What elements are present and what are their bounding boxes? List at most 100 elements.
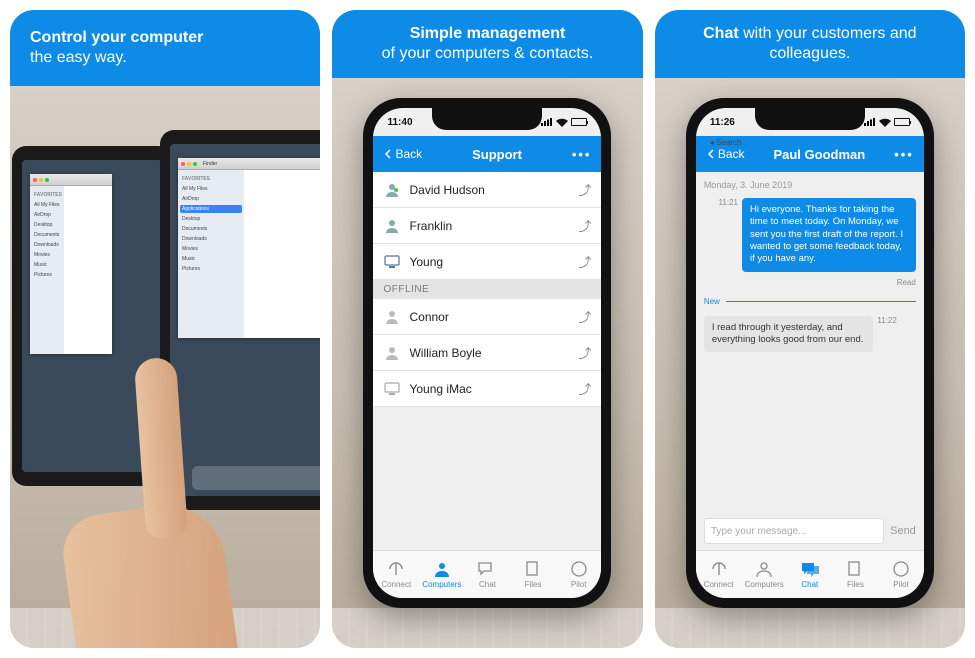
phone-notch [432, 108, 542, 130]
chat-content[interactable]: Monday, 3. June 2019 11:21 Hi everyone. … [696, 172, 924, 512]
list-item[interactable]: William Boyle ⤴ [373, 335, 601, 371]
list-item[interactable]: Young iMac ⤴ [373, 371, 601, 407]
back-button[interactable]: Back [706, 147, 745, 161]
keyboard-background [332, 608, 642, 648]
tab-computers[interactable]: Computers [741, 551, 787, 598]
search-breadcrumb[interactable]: ◂ Search [710, 138, 742, 147]
tab-files[interactable]: Files [510, 551, 556, 598]
chevron-left-icon [706, 149, 716, 159]
sidebar-item[interactable]: Pictures [180, 265, 242, 273]
minimize-icon[interactable] [187, 162, 191, 166]
share-icon[interactable]: ⤴ [578, 307, 591, 326]
person-icon [383, 218, 401, 234]
list-item[interactable]: Franklin ⤴ [373, 208, 601, 244]
share-icon[interactable]: ⤴ [578, 180, 591, 199]
contact-name: Franklin [409, 219, 570, 233]
banner-3-rest: with your customers and colleagues. [739, 25, 917, 62]
share-icon[interactable]: ⤴ [578, 379, 591, 398]
section-header-offline: OFFLINE [373, 280, 601, 299]
date-separator: Monday, 3. June 2019 [704, 178, 916, 192]
banner-1-bold: Control your computer [30, 29, 203, 46]
sidebar-item[interactable]: All My Files [180, 185, 242, 193]
nav-title: Paul Goodman [773, 147, 865, 162]
tablet-foreground[interactable]: Finder FAVORITES All My Files AirDrop Ap… [160, 130, 320, 510]
tab-connect[interactable]: Connect [696, 551, 742, 598]
finder-toolbar: Finder [178, 158, 320, 170]
phone-device-2: 11:40 Back Support ••• [363, 98, 611, 608]
nav-title: Support [472, 147, 522, 162]
message-composer: Type your message... Send [696, 512, 924, 550]
monitor-icon [383, 382, 401, 396]
back-button[interactable]: Back [383, 147, 422, 161]
dock[interactable] [192, 466, 320, 490]
sidebar-item-selected[interactable]: Applications [180, 205, 242, 213]
zoom-icon[interactable] [193, 162, 197, 166]
finder-sidebar[interactable]: FAVORITES All My Files AirDrop Applicati… [178, 170, 244, 338]
banner-3: Chat with your customers and colleagues. [655, 10, 965, 78]
banner-2: Simple management of your computers & co… [332, 10, 642, 78]
new-messages-divider: New [704, 297, 916, 306]
status-time: 11:26 [710, 117, 735, 128]
window-title: Finder [203, 161, 217, 167]
message-timestamp: 11:22 [877, 316, 896, 325]
more-button[interactable]: ••• [572, 147, 592, 162]
tab-pilot[interactable]: Pilot [556, 551, 602, 598]
sidebar-item[interactable]: Movies [180, 245, 242, 253]
screenshot-panel-3: Chat with your customers and colleagues.… [655, 10, 965, 648]
battery-icon [571, 118, 587, 126]
tab-pilot[interactable]: Pilot [878, 551, 924, 598]
sidebar-item[interactable]: AirDrop [180, 195, 242, 203]
banner-1: Control your computer the easy way. [10, 10, 320, 86]
outgoing-message[interactable]: Hi everyone. Thanks for taking the time … [742, 198, 916, 272]
signal-icon [864, 118, 876, 126]
tab-chat[interactable]: Chat [465, 551, 511, 598]
chevron-left-icon [383, 149, 393, 159]
list-item[interactable]: Young ⤴ [373, 244, 601, 280]
sidebar-item[interactable]: Downloads [180, 235, 242, 243]
banner-3-bold: Chat [703, 25, 739, 42]
message-timestamp: 11:21 [719, 198, 738, 207]
contact-name: Young [409, 255, 570, 269]
finder-content[interactable] [244, 170, 321, 338]
read-receipt: Read [897, 278, 916, 287]
list-item[interactable]: Connor ⤴ [373, 299, 601, 335]
sidebar-item[interactable]: Music [180, 255, 242, 263]
contact-name: Young iMac [409, 382, 570, 396]
screenshot-panel-2: Simple management of your computers & co… [332, 10, 642, 648]
contact-name: William Boyle [409, 346, 570, 360]
person-icon [383, 345, 401, 361]
contact-list[interactable]: David Hudson ⤴ Franklin ⤴ Young ⤴ OFFLIN… [373, 172, 601, 550]
close-icon[interactable] [181, 162, 185, 166]
tablet-background: FAVORITES All My Files AirDrop Desktop D… [12, 146, 172, 486]
contact-name: Connor [409, 310, 570, 324]
contact-name: David Hudson [409, 183, 570, 197]
banner-1-rest: the easy way. [30, 49, 127, 66]
list-item[interactable]: David Hudson ⤴ [373, 172, 601, 208]
share-icon[interactable]: ⤴ [578, 343, 591, 362]
signal-icon [541, 118, 553, 126]
tab-files[interactable]: Files [833, 551, 879, 598]
message-input[interactable]: Type your message... [704, 518, 884, 544]
tab-connect[interactable]: Connect [373, 551, 419, 598]
more-button[interactable]: ••• [894, 147, 914, 162]
battery-icon [894, 118, 910, 126]
phone-device-3: 11:26 ◂ Search Back Paul Goodman ••• [686, 98, 934, 608]
finder-window-back: FAVORITES All My Files AirDrop Desktop D… [30, 174, 112, 354]
wifi-icon [879, 118, 891, 127]
person-icon [383, 182, 401, 198]
finder-window-front[interactable]: Finder FAVORITES All My Files AirDrop Ap… [178, 158, 320, 338]
share-icon[interactable]: ⤴ [578, 252, 591, 271]
incoming-message[interactable]: I read through it yesterday, and everyth… [704, 316, 874, 353]
phone-notch [755, 108, 865, 130]
share-icon[interactable]: ⤴ [578, 216, 591, 235]
nav-bar: Back Support ••• [373, 136, 601, 172]
sidebar-item[interactable]: Desktop [180, 215, 242, 223]
tab-computers[interactable]: Computers [419, 551, 465, 598]
tab-chat[interactable]: Chat [787, 551, 833, 598]
screenshot-panel-1: Control your computer the easy way. FAVO… [10, 10, 320, 648]
sidebar-item[interactable]: Documents [180, 225, 242, 233]
keyboard-background [10, 608, 320, 648]
send-button[interactable]: Send [890, 525, 916, 537]
sidebar-section-header: FAVORITES [180, 175, 242, 183]
status-time: 11:40 [387, 117, 412, 128]
